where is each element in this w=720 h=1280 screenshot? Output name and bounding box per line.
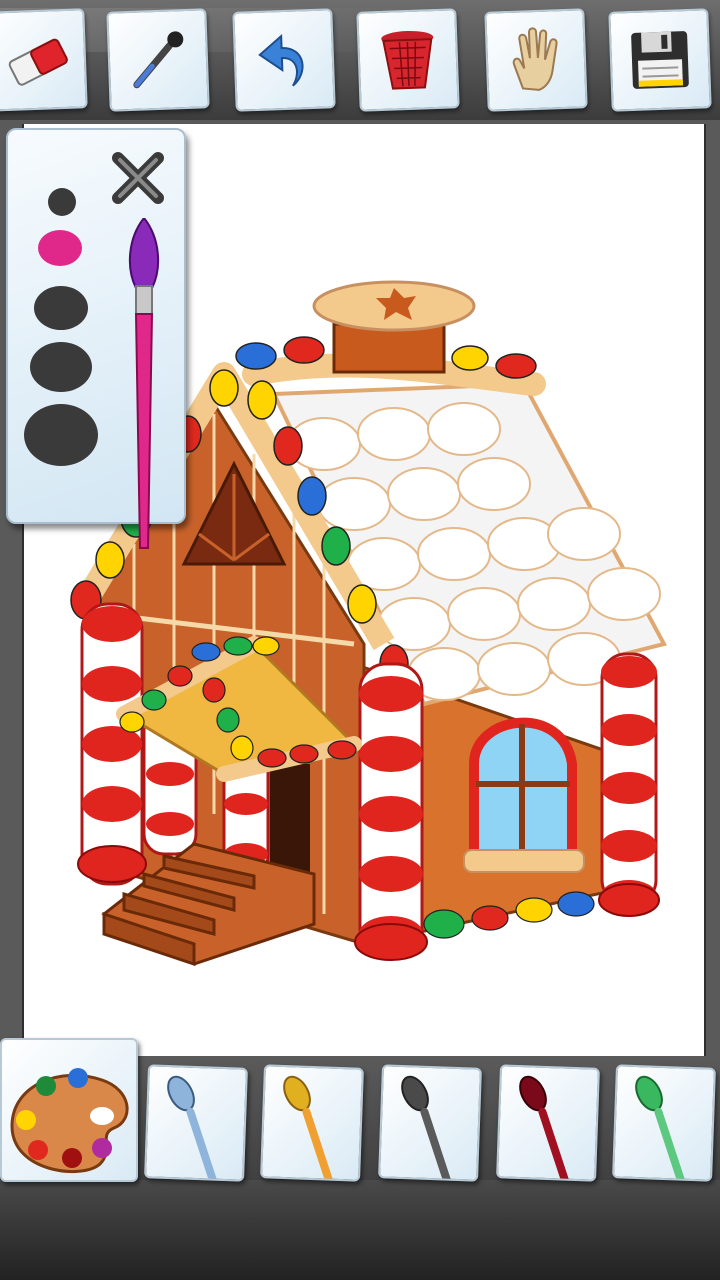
- undo-icon: [258, 33, 304, 87]
- hand-icon: [512, 27, 558, 91]
- size-option-small[interactable]: [48, 188, 76, 216]
- orange-brush-button[interactable]: [260, 1064, 364, 1182]
- palette-icon: [10, 1068, 129, 1173]
- size-option-selected[interactable]: [38, 230, 82, 266]
- size-option-larger[interactable]: [30, 342, 92, 392]
- bottom-strip: [0, 1180, 720, 1280]
- blue-brush-button[interactable]: [144, 1064, 248, 1182]
- eyedropper-button[interactable]: [106, 8, 210, 112]
- size-option-large[interactable]: [34, 286, 88, 330]
- size-option-largest[interactable]: [24, 404, 98, 466]
- blue-brush-icon: [167, 1075, 220, 1182]
- move-button[interactable]: [484, 8, 588, 112]
- clear-button[interactable]: [356, 8, 460, 112]
- trash-icon: [381, 30, 434, 90]
- brush-preview-icon: [128, 218, 160, 549]
- save-button[interactable]: [608, 8, 712, 112]
- orange-brush-icon: [283, 1075, 336, 1182]
- undo-button[interactable]: [232, 8, 336, 112]
- palette-button[interactable]: [0, 1038, 138, 1182]
- save-icon: [631, 31, 689, 89]
- darkred-brush-button[interactable]: [496, 1064, 600, 1182]
- close-icon[interactable]: [106, 146, 170, 210]
- eraser-button[interactable]: [0, 8, 88, 112]
- darkred-brush-icon: [519, 1075, 572, 1182]
- green-brush-icon: [635, 1075, 688, 1182]
- brush-size-panel: [6, 128, 186, 549]
- gray-brush-icon: [401, 1075, 454, 1182]
- green-brush-button[interactable]: [612, 1064, 716, 1182]
- eyedropper-icon: [133, 31, 184, 89]
- gray-brush-button[interactable]: [378, 1064, 482, 1182]
- eraser-icon: [8, 38, 68, 86]
